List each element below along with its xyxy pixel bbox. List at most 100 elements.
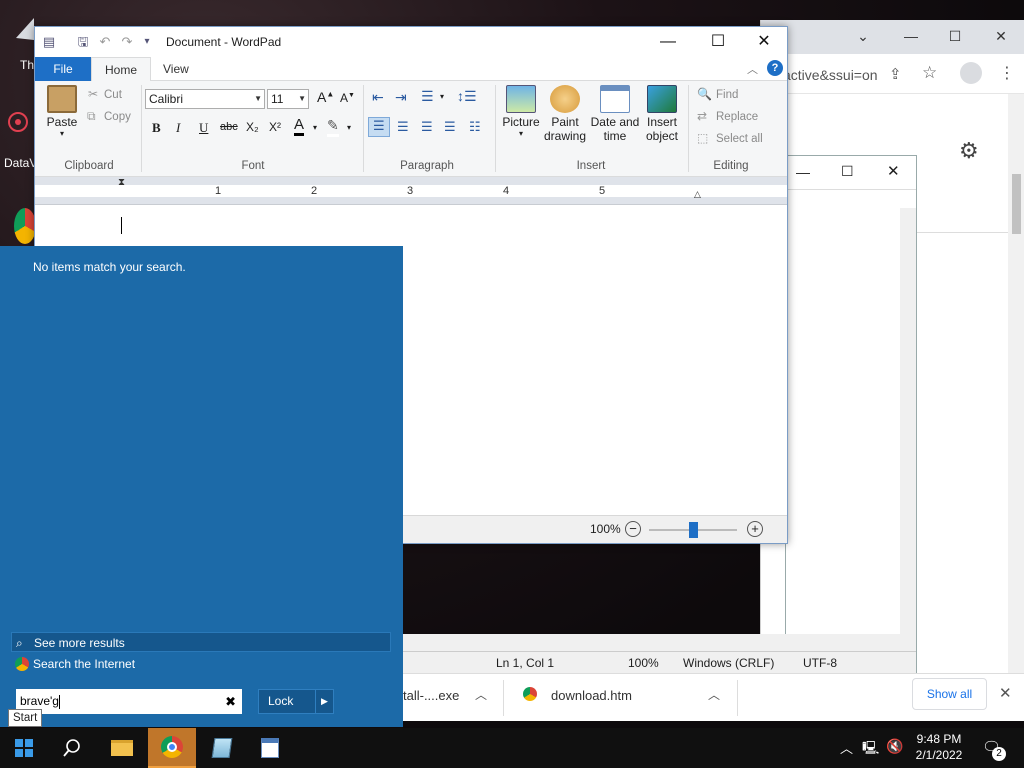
clear-icon[interactable]: ✖	[225, 689, 236, 714]
start-search-input[interactable]: brave'g ✖	[16, 689, 242, 714]
chrome-desktop-icon[interactable]	[14, 208, 36, 244]
notification-count-badge: 2	[992, 747, 1006, 761]
select-all-button[interactable]: Select all	[716, 133, 763, 145]
ribbon: Paste ▾ ✂ Cut ⧉ Copy Clipboard Calibri ▼ …	[35, 81, 787, 177]
align-center-icon[interactable]: ☰	[397, 119, 409, 135]
download-item-2[interactable]: download.htm	[551, 688, 632, 703]
scrollbar-thumb[interactable]	[1012, 174, 1021, 234]
insert-object-button[interactable]: Insert object	[641, 85, 683, 143]
paste-button[interactable]: Paste ▾	[43, 85, 81, 138]
find-button[interactable]: Find	[716, 89, 738, 101]
minimize-button[interactable]: —	[645, 27, 691, 57]
clipboard-icon	[47, 85, 77, 113]
chrome-taskbar-button[interactable]	[148, 728, 196, 768]
justify-icon[interactable]: ☰	[444, 119, 456, 135]
font-size-select[interactable]: 11 ▼	[267, 89, 309, 109]
picture-button[interactable]: Picture ▾	[501, 85, 541, 138]
zoom-out-icon[interactable]: −	[625, 521, 641, 537]
search-button[interactable]	[48, 728, 96, 768]
redo-icon[interactable]: ↷	[119, 34, 135, 50]
save-icon[interactable]: 🖫	[75, 34, 91, 50]
zoom-slider[interactable]	[649, 522, 737, 538]
minimize-icon[interactable]: —	[901, 26, 921, 46]
shrink-font-icon[interactable]: A▼	[340, 91, 355, 105]
replace-button[interactable]: Replace	[716, 111, 758, 123]
chevron-down-icon[interactable]: ⌄	[853, 26, 873, 46]
picture-icon	[506, 85, 536, 113]
close-icon[interactable]: ✕	[887, 162, 900, 180]
chevron-up-icon[interactable]: ︿	[708, 686, 720, 703]
tray-overflow-icon[interactable]: ︿	[840, 738, 853, 768]
cut-button[interactable]: Cut	[104, 89, 122, 101]
tab-home[interactable]: Home	[91, 57, 152, 81]
close-icon[interactable]: ✕	[999, 684, 1012, 702]
share-icon[interactable]: ⇪	[889, 65, 902, 83]
line-spacing-icon[interactable]: ↕☰	[457, 88, 477, 105]
lock-button[interactable]: Lock ▶	[258, 689, 334, 714]
close-icon[interactable]: ✕	[991, 26, 1011, 46]
help-icon[interactable]: ?	[767, 60, 783, 76]
power-options-arrow-icon[interactable]: ▶	[315, 690, 333, 713]
maximize-icon[interactable]: ☐	[945, 26, 965, 46]
copy-button[interactable]: Copy	[104, 111, 131, 123]
align-right-icon[interactable]: ☰	[421, 119, 433, 135]
see-more-results[interactable]: ⌕ See more results	[11, 632, 391, 652]
paint-drawing-button[interactable]: Paint drawing	[541, 85, 589, 143]
right-indent-marker[interactable]: △	[694, 189, 701, 200]
more-menu-icon[interactable]: ⋮	[999, 63, 1015, 83]
close-button[interactable]: ✕	[741, 27, 787, 57]
bold-button[interactable]: B	[152, 120, 161, 136]
superscript-button[interactable]: X²	[269, 120, 281, 134]
grow-font-icon[interactable]: A▲	[317, 89, 334, 105]
volume-muted-icon[interactable]: 🔇	[886, 738, 903, 768]
undo-icon[interactable]: ↶	[97, 34, 113, 50]
start-button[interactable]	[0, 728, 48, 768]
increase-indent-icon[interactable]: ⇥	[395, 89, 407, 106]
horizontal-scrollbar[interactable]	[403, 634, 916, 651]
wordpad-taskbar-button[interactable]	[246, 728, 294, 768]
minimize-icon[interactable]: —	[796, 164, 810, 180]
maximize-icon[interactable]: ☐	[841, 163, 854, 180]
gear-icon[interactable]: ⚙	[959, 138, 979, 164]
font-family-select[interactable]: Calibri ▼	[145, 89, 265, 109]
scrollbar[interactable]	[900, 208, 916, 648]
font-color-button[interactable]: A	[294, 117, 305, 136]
maximize-button[interactable]: ☐	[695, 27, 741, 57]
indent-marker[interactable]: ⧗	[118, 177, 125, 188]
zoom-in-icon[interactable]: +	[747, 521, 763, 537]
highlight-icon[interactable]: ✎	[327, 117, 339, 137]
subscript-button[interactable]: X₂	[246, 120, 259, 134]
paragraph-dialog-icon[interactable]: ☷	[469, 119, 481, 135]
windows-icon	[15, 739, 33, 757]
align-left-button[interactable]: ☰	[368, 117, 390, 137]
profile-avatar[interactable]	[960, 62, 982, 84]
date-time-button[interactable]: Date and time	[589, 85, 641, 143]
strikethrough-button[interactable]: abc	[220, 121, 238, 133]
scrollbar[interactable]	[1008, 94, 1024, 720]
zoom-slider-thumb[interactable]	[689, 522, 698, 538]
network-icon[interactable]: 🖳	[862, 739, 879, 768]
address-bar-text[interactable]: active&ssui=on	[783, 67, 878, 83]
show-all-button[interactable]: Show all	[912, 678, 987, 710]
start-tooltip: Start	[8, 709, 43, 727]
star-icon[interactable]: ☆	[922, 63, 937, 83]
chevron-up-icon[interactable]: ︿	[475, 686, 487, 703]
download-item-1[interactable]: tall-....exe	[403, 688, 459, 703]
search-internet[interactable]: Search the Internet	[11, 654, 391, 674]
italic-button[interactable]: I	[176, 120, 180, 136]
wordpad-app-icon[interactable]: ▤	[41, 34, 57, 50]
file-explorer-button[interactable]	[98, 728, 146, 768]
chevron-down-icon[interactable]: ▾	[313, 123, 317, 132]
clock[interactable]: 9:48 PM 2/1/2022	[914, 732, 964, 768]
collapse-ribbon-icon[interactable]: ︿	[747, 61, 758, 77]
bullets-icon[interactable]: ☰	[421, 88, 434, 105]
tab-file[interactable]: File	[35, 57, 91, 81]
underline-button[interactable]: U	[199, 120, 208, 136]
notepad-taskbar-button[interactable]	[198, 728, 246, 768]
window-title: Document - WordPad	[166, 35, 282, 49]
customize-qat-icon[interactable]: ▾	[139, 34, 155, 50]
tab-view[interactable]: View	[150, 57, 202, 81]
decrease-indent-icon[interactable]: ⇤	[372, 89, 384, 106]
chevron-down-icon[interactable]: ▾	[347, 123, 351, 132]
chevron-down-icon[interactable]: ▾	[440, 92, 444, 101]
